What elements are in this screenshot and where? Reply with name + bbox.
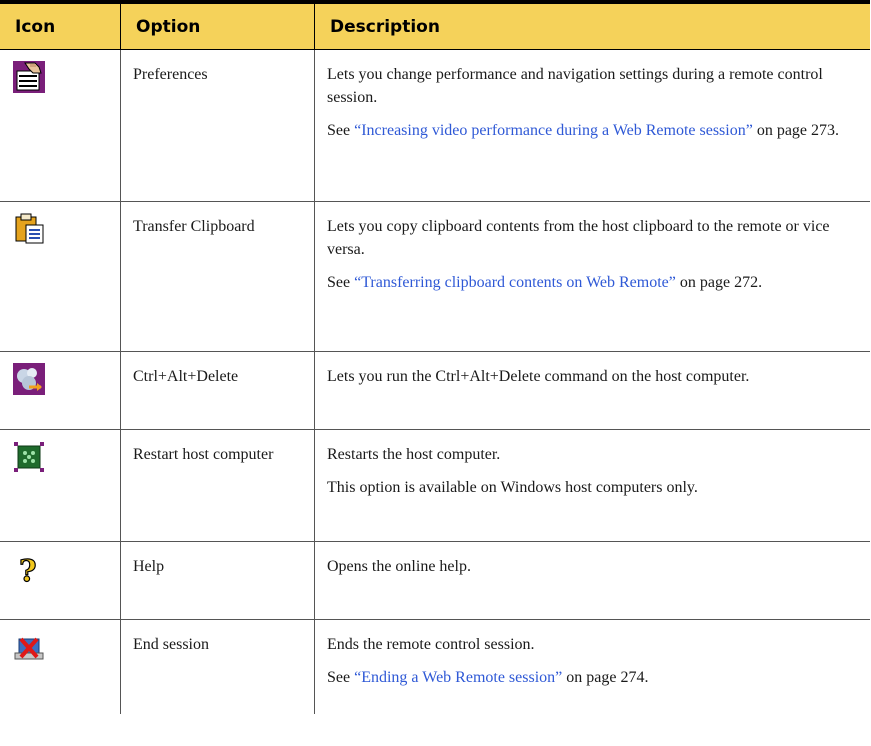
icon-cell: ?	[0, 542, 120, 619]
see-prefix: See	[327, 669, 355, 686]
see-suffix: on page 273.	[752, 122, 840, 139]
icon-cell	[0, 202, 120, 351]
description-cell: Ends the remote control session. See “En…	[314, 620, 870, 714]
clipboard-icon	[15, 213, 44, 244]
option-label: Restart host computer	[133, 446, 274, 463]
option-cell: Ctrl+Alt+Delete	[120, 352, 314, 429]
option-label: Ctrl+Alt+Delete	[133, 368, 239, 385]
description-text: Restarts the host computer.	[327, 446, 501, 463]
see-suffix: on page 272.	[675, 274, 763, 291]
table-row: Transfer Clipboard Lets you copy clipboa…	[0, 202, 870, 352]
description-cell: Lets you copy clipboard contents from th…	[314, 202, 870, 351]
header-option: Option	[120, 4, 314, 49]
description-text: Lets you change performance and navigati…	[327, 66, 823, 106]
description-text: Lets you run the Ctrl+Alt+Delete command…	[327, 368, 750, 385]
description-cell: Restarts the host computer. This option …	[314, 430, 870, 541]
table-row: Preferences Lets you change performance …	[0, 50, 870, 202]
see-prefix: See	[327, 122, 355, 139]
end-session-icon	[14, 637, 44, 660]
icon-cell	[0, 430, 120, 541]
table-row: Restart host computer Restarts the host …	[0, 430, 870, 542]
header-icon: Icon	[15, 16, 56, 37]
option-label: End session	[133, 636, 209, 653]
see-suffix: on page 274.	[562, 669, 649, 686]
table-row: End session Ends the remote control sess…	[0, 620, 870, 714]
table-row: ? Help Opens the online help.	[0, 542, 870, 620]
option-cell: Help	[120, 542, 314, 619]
options-table: Icon Option Description Preferences Lets…	[0, 0, 871, 714]
option-cell: Restart host computer	[120, 430, 314, 541]
ending-web-remote-session-link[interactable]: “Ending a Web Remote session”	[354, 669, 562, 686]
transferring-clipboard-link[interactable]: “Transferring clipboard contents on Web …	[354, 274, 676, 291]
icon-cell	[0, 620, 120, 714]
preferences-icon	[13, 61, 45, 93]
see-also-text: See “Transferring clipboard contents on …	[327, 271, 858, 294]
description-cell: Lets you run the Ctrl+Alt+Delete command…	[314, 352, 870, 429]
svg-text:?: ?	[19, 554, 37, 585]
restart-icon	[14, 442, 44, 472]
option-cell: End session	[120, 620, 314, 714]
table-row: Ctrl+Alt+Delete Lets you run the Ctrl+Al…	[0, 352, 870, 430]
description-text: Lets you copy clipboard contents from th…	[327, 218, 830, 258]
increasing-video-performance-link[interactable]: “Increasing video performance during a W…	[354, 122, 753, 139]
icon-cell	[0, 352, 120, 429]
description-text: Opens the online help.	[327, 558, 471, 575]
see-also-text: See “Ending a Web Remote session” on pag…	[327, 666, 858, 689]
option-cell: Preferences	[120, 50, 314, 201]
option-label: Transfer Clipboard	[133, 218, 255, 235]
description-text: Ends the remote control session.	[327, 636, 535, 653]
table-header: Icon Option Description	[0, 4, 870, 50]
option-label: Help	[133, 558, 165, 575]
option-label: Preferences	[133, 66, 208, 83]
ctrl-alt-delete-icon	[13, 363, 45, 395]
description-cell: Lets you change performance and navigati…	[314, 50, 870, 201]
see-prefix: See	[327, 274, 355, 291]
option-cell: Transfer Clipboard	[120, 202, 314, 351]
header-description: Description	[314, 4, 870, 49]
see-also-text: See “Increasing video performance during…	[327, 119, 858, 142]
help-icon: ?	[18, 553, 37, 585]
description-note: This option is available on Windows host…	[327, 479, 698, 496]
icon-cell	[0, 50, 120, 201]
description-cell: Opens the online help.	[314, 542, 870, 619]
